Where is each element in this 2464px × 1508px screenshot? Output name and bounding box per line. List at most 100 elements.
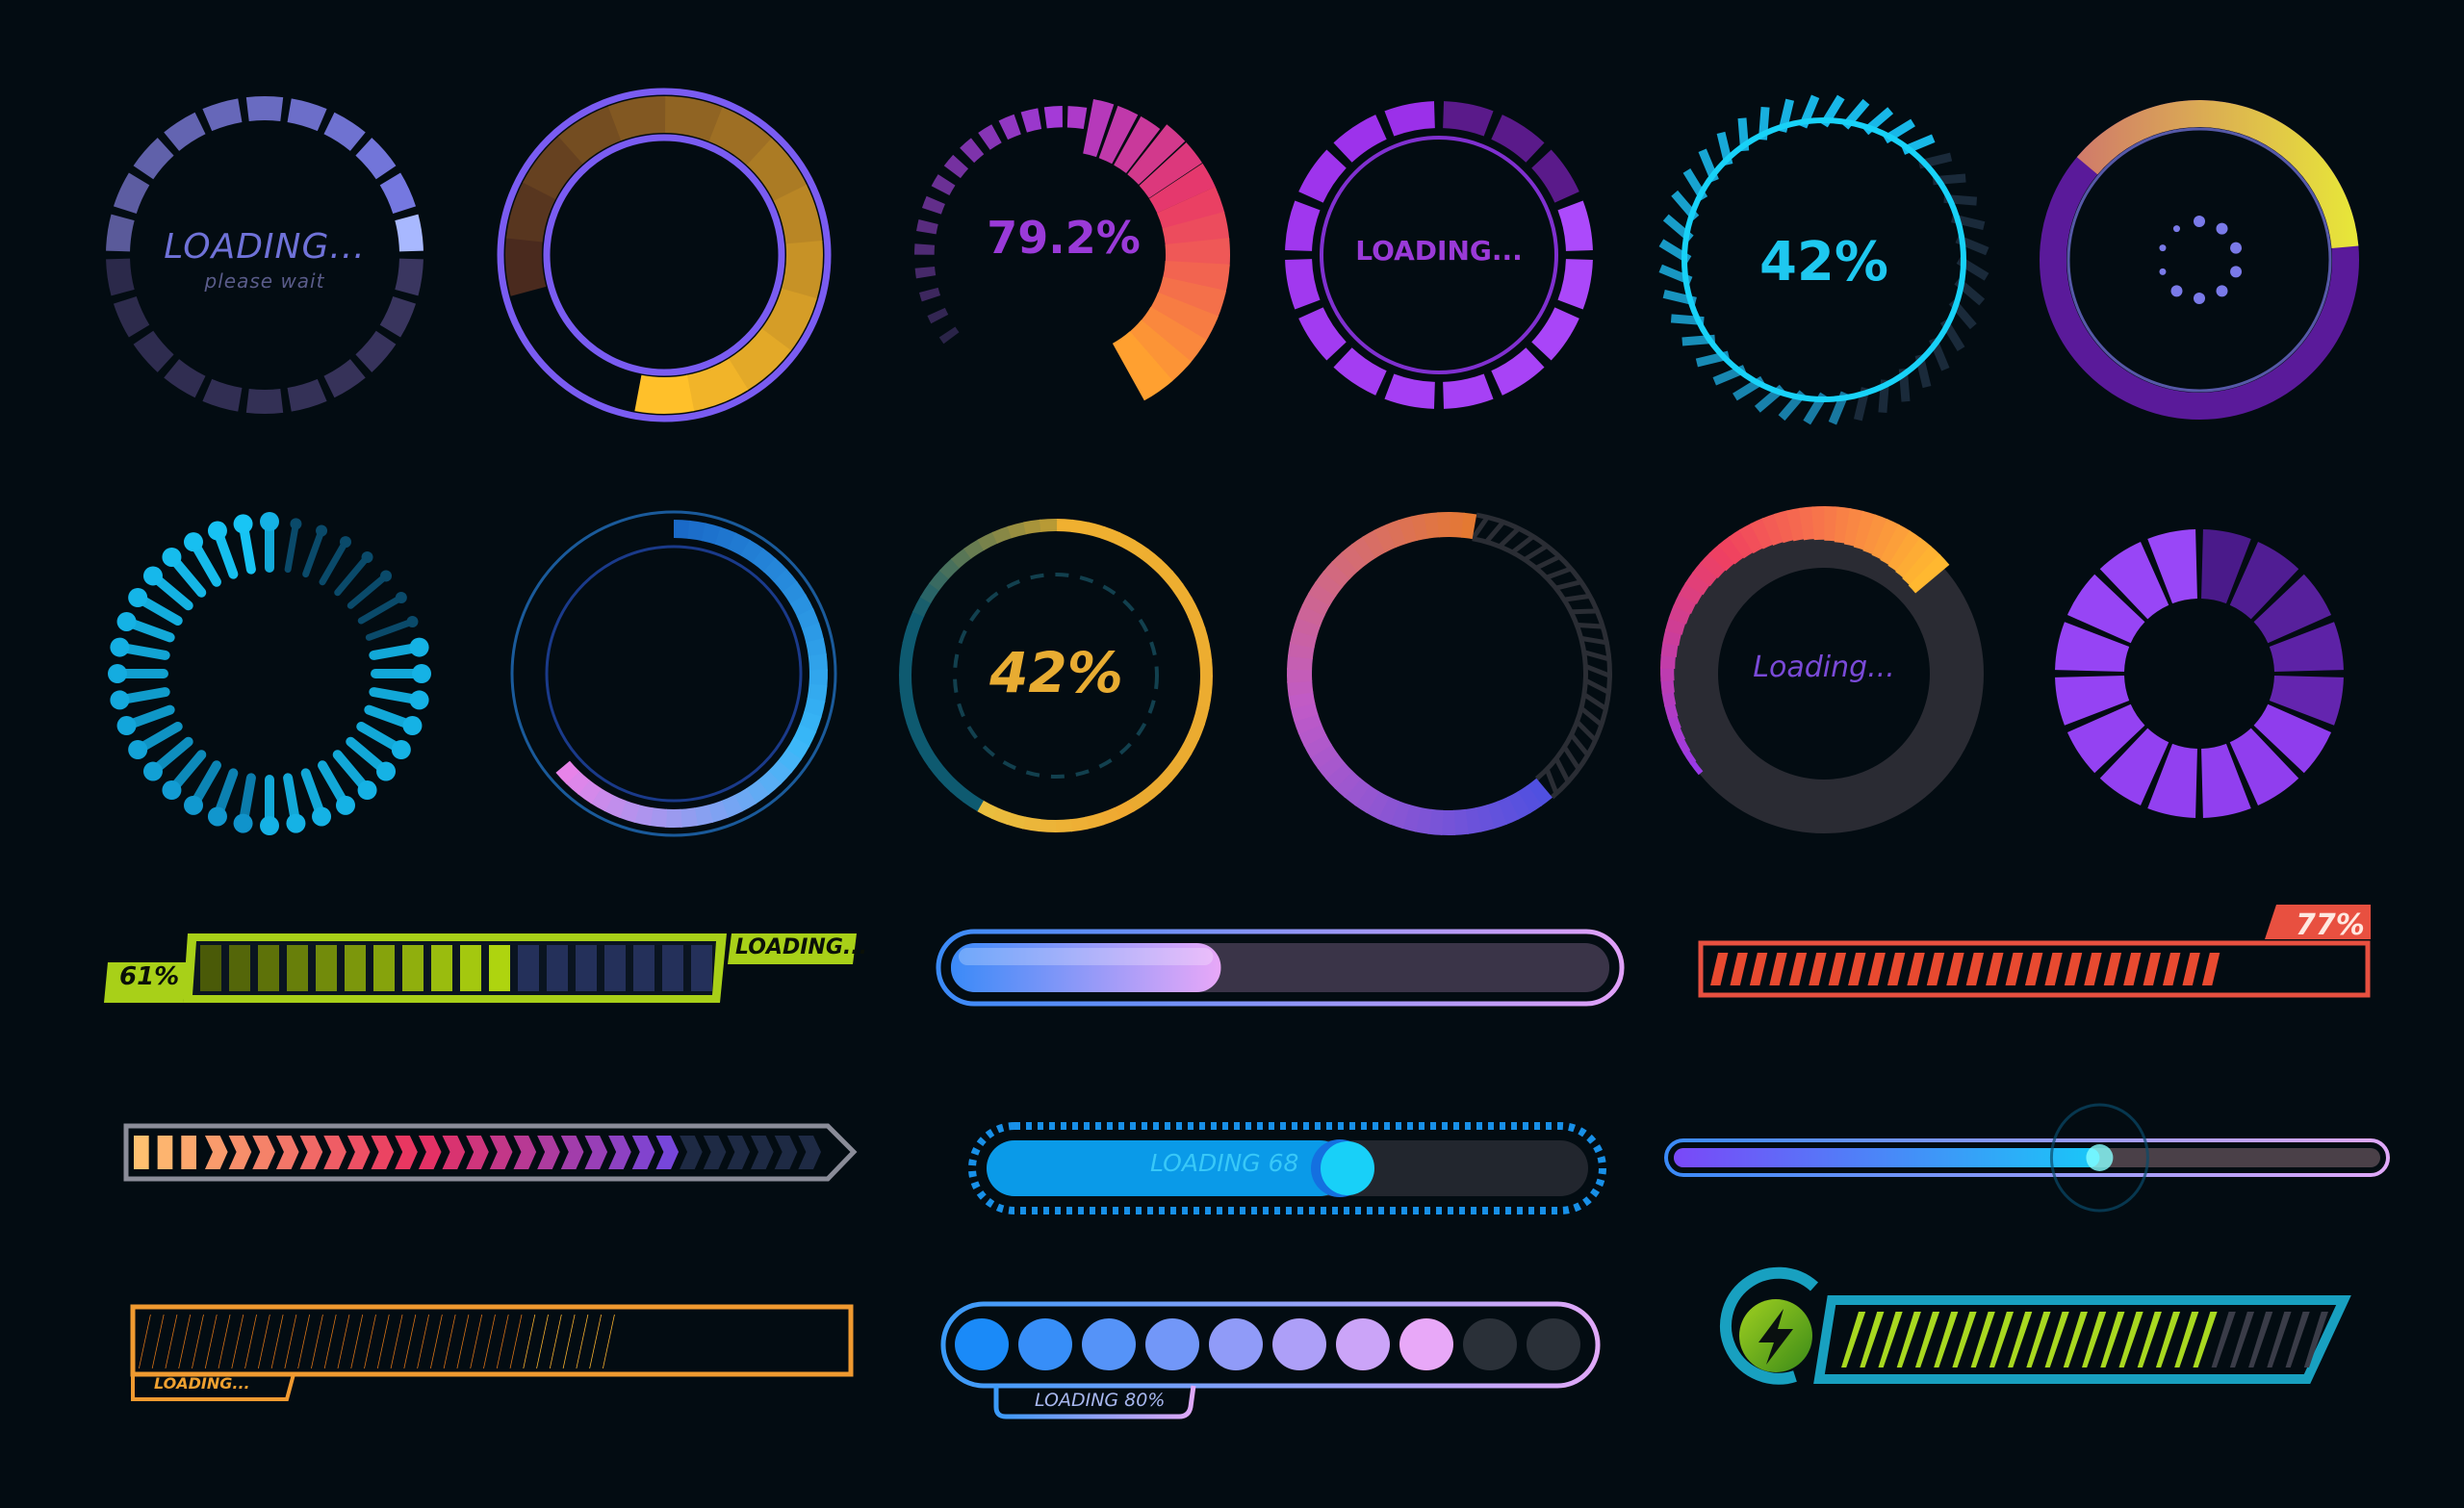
loading-dot [2172,225,2180,233]
bar-segment [662,945,683,991]
bar-stripe [218,1315,231,1368]
hatch-line [1510,534,1535,555]
chevron [751,1136,774,1169]
bar-stripe [1860,1312,1885,1367]
bar-stripe [2008,1312,2033,1367]
chevron [680,1136,703,1169]
progress-dot [1145,1318,1199,1370]
ring-with-dots [2040,99,2359,420]
gauge-segment [1020,108,1042,133]
ray-tip [340,536,351,549]
battery-bar [1720,1266,2351,1385]
bar-stripe [509,1315,523,1368]
bar-stripe [139,1315,151,1368]
bar-stripe [364,1315,376,1368]
chevron [346,1136,371,1169]
ray-tip [110,690,130,710]
hatch-inner [1472,536,1588,781]
percent-label: 79.2% [987,212,1141,264]
spinner-purple-blocks [2050,524,2348,823]
gauge-segment [1043,106,1063,129]
ring-segment [379,172,417,215]
bar-stripe [1896,1312,1921,1367]
bar-stripe [1730,953,1748,985]
progress-dot [1527,1318,1580,1370]
bar-stripe [1749,953,1768,985]
chevron [727,1136,751,1169]
spinner-blue-pink-arc [505,505,842,842]
ring-segment [1054,819,1073,832]
ring-segment [1056,519,1074,532]
bar-stripe [576,1315,589,1368]
ray-tip [406,615,419,627]
ring-segment [1384,101,1435,137]
ray-ring [108,512,431,835]
ring-segment [379,295,417,338]
hatch-line [1561,745,1581,771]
ring-segment [1285,259,1321,310]
bar-stripe [2143,953,2161,985]
bar-stripe [1989,1312,2015,1367]
bar-stripe [496,1315,509,1368]
chevron [631,1136,655,1169]
gauge-segment [978,124,1002,150]
bar-stripe [390,1315,403,1368]
ray-tip [357,780,377,801]
chevron [299,1136,323,1169]
ring-segment [164,112,206,151]
bar-stripe [1986,953,2004,985]
ring-segment [1023,519,1042,535]
ray-tip [260,512,279,531]
loading-label: LOADING 68 [1150,1149,1299,1177]
chevron [371,1136,395,1169]
loading-dot [2230,266,2243,278]
spinner-double-ring-orange [496,87,833,423]
please-wait-label: please wait [204,269,325,293]
chevron [228,1136,252,1169]
bar-stripe [2026,1312,2051,1367]
percent-label: 42% [989,640,1123,705]
ray-tip [184,795,203,815]
bar-stripe [284,1315,297,1368]
progress-dot [1018,1318,1072,1370]
chevron [323,1136,346,1169]
hatch-line [1553,756,1571,783]
ray-tip [128,740,148,759]
bar-stripe [257,1315,270,1368]
bar-stripe [443,1315,456,1368]
gauge-segment [914,266,937,279]
spinner-purple-segments: LOADING... [1280,96,1598,414]
ray-tip [142,566,163,586]
ray-tip [336,795,355,815]
bar-segment [345,945,366,991]
hatch-line [1544,767,1559,795]
bar-stripe [1965,953,1985,985]
ray-tip [316,524,328,537]
percent-label: 77% [2296,908,2365,942]
bar-stripe [2044,953,2063,985]
chevron [774,1136,798,1169]
bar-stripe [2267,1312,2292,1367]
chevron [560,1136,584,1169]
ring-segment [202,98,243,132]
bar-stripe [1841,1312,1866,1367]
progress-bar-green-61: 61% LOADING... [96,924,867,1020]
bar-segment [576,945,597,991]
spinner-cyan-rays [106,510,433,837]
loading-label: LOADING... [154,1374,250,1393]
bar-stripe [1926,953,1945,985]
hatch-line [1578,705,1604,728]
ring-segment [287,378,327,412]
bar-segment [518,945,539,991]
bar-stripe [2155,1312,2181,1367]
chevron [584,1136,608,1169]
loading-dot [2230,242,2243,254]
ray-tip [412,664,431,683]
percent-label: 42% [1758,231,1889,294]
bar-stripe [470,1315,483,1368]
bar-stripe [2082,1312,2107,1367]
loading-dot [2194,293,2205,304]
loading-label: Loading... [1753,651,1895,684]
chevron [798,1136,821,1169]
bar-stripe [270,1315,284,1368]
